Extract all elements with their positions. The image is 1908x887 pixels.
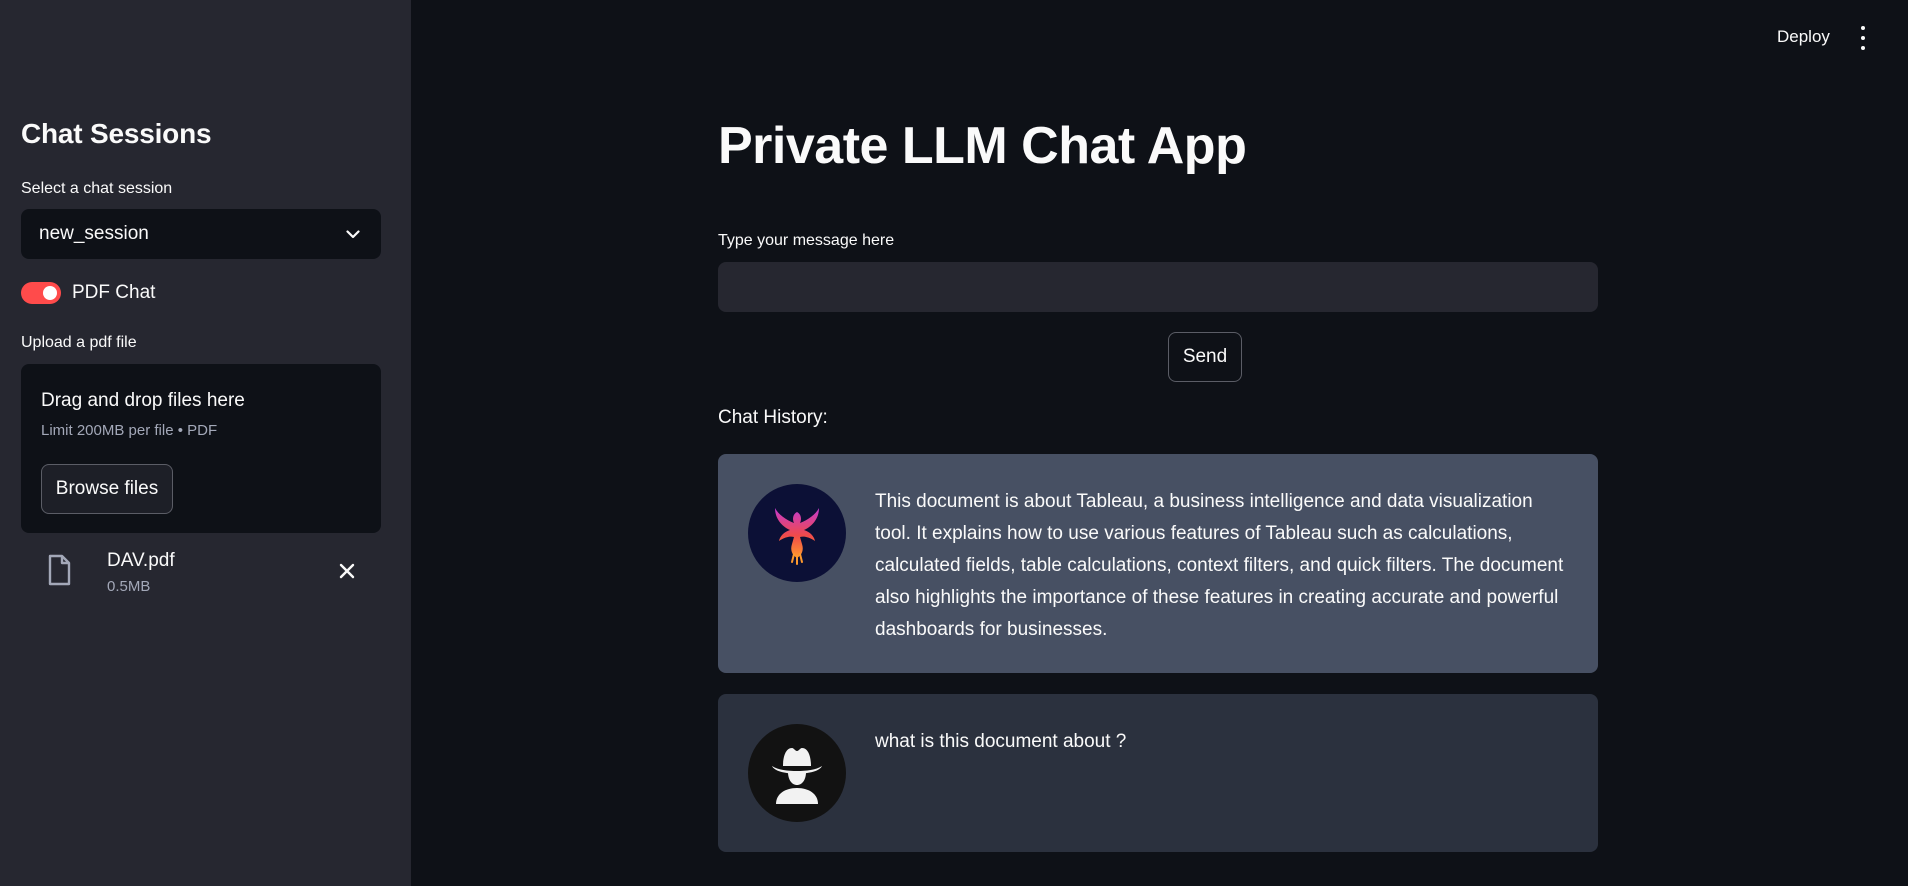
session-select[interactable]: new_session	[21, 209, 381, 259]
chevron-down-icon	[343, 224, 363, 244]
chat-message-assistant: This document is about Tableau, a busine…	[718, 454, 1598, 673]
session-select-label: Select a chat session	[21, 180, 173, 197]
session-select-value: new_session	[39, 223, 149, 244]
deploy-button[interactable]: Deploy	[1777, 27, 1830, 47]
dropzone-title: Drag and drop files here	[41, 390, 245, 411]
chat-message-user: what is this document about ?	[718, 694, 1598, 852]
app-root: Chat Sessions Select a chat session new_…	[0, 0, 1908, 886]
send-button[interactable]: Send	[1168, 332, 1242, 382]
phoenix-icon	[748, 484, 846, 582]
pdf-chat-toggle-label: PDF Chat	[72, 282, 156, 303]
browse-files-button[interactable]: Browse files	[41, 464, 173, 514]
file-icon	[47, 554, 71, 586]
page-title: Private LLM Chat App	[718, 117, 1247, 175]
dropzone-limit: Limit 200MB per file • PDF	[41, 422, 218, 439]
pdf-chat-toggle[interactable]: PDF Chat	[21, 282, 155, 304]
uploaded-file-item: DAV.pdf 0.5MB	[21, 544, 381, 600]
cowboy-user-icon	[748, 724, 846, 822]
toggle-switch[interactable]	[21, 282, 61, 304]
user-message-text: what is this document about ?	[875, 731, 1127, 752]
message-input-label: Type your message here	[718, 232, 895, 249]
chat-history-label: Chat History:	[718, 407, 828, 428]
file-dropzone[interactable]: Drag and drop files here Limit 200MB per…	[21, 364, 381, 533]
message-input[interactable]	[718, 262, 1598, 312]
assistant-message-text: This document is about Tableau, a busine…	[875, 491, 1564, 640]
close-icon[interactable]	[336, 560, 358, 582]
sidebar-title: Chat Sessions	[21, 118, 212, 149]
uploaded-file-name: DAV.pdf	[107, 550, 175, 571]
more-menu-icon[interactable]	[1855, 26, 1871, 50]
toggle-knob	[43, 286, 57, 300]
uploaded-file-size: 0.5MB	[107, 578, 151, 595]
upload-label: Upload a pdf file	[21, 334, 137, 351]
sidebar: Chat Sessions Select a chat session new_…	[0, 0, 411, 886]
